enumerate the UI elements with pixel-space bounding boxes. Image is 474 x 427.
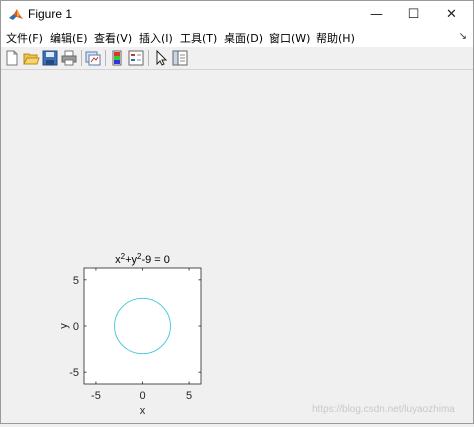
menu-insert[interactable]: 插入(I) <box>139 30 173 46</box>
y-tick-label: 5 <box>73 275 79 287</box>
new-figure-icon[interactable] <box>3 49 21 67</box>
dock-arrow-icon[interactable]: ↘ <box>459 31 467 42</box>
menu-edit[interactable]: 编辑(E) <box>50 30 88 46</box>
menu-bar: 文件(F) 编辑(E) 查看(V) 插入(I) 工具(T) 桌面(D) 窗口(W… <box>1 28 473 47</box>
pointer-icon[interactable] <box>152 49 170 67</box>
menu-file[interactable]: 文件(F) <box>6 30 43 46</box>
toolbar-separator <box>148 50 149 66</box>
menu-view[interactable]: 查看(V) <box>94 30 132 46</box>
menu-desktop[interactable]: 桌面(D) <box>224 30 263 46</box>
menu-window[interactable]: 窗口(W) <box>269 30 310 46</box>
y-tick-label: -5 <box>69 367 79 379</box>
window-title: Figure 1 <box>28 7 73 21</box>
x-tick-label: -5 <box>91 390 101 402</box>
axes[interactable]: -5 0 5 -5 0 5 x y x2+y2-9 = 0 <box>58 252 202 417</box>
print-icon[interactable] <box>60 49 78 67</box>
x-axis-label: x <box>140 405 146 417</box>
title-middle: +y <box>125 254 137 266</box>
x-tick-label: 5 <box>186 390 192 402</box>
plot-title: x2+y2-9 = 0 <box>115 252 170 266</box>
figure-canvas[interactable]: -5 0 5 -5 0 5 x y x2+y2-9 = 0 <box>1 70 473 423</box>
x-tick-label: 0 <box>139 390 145 402</box>
property-inspector-icon[interactable] <box>171 49 189 67</box>
menu-tools[interactable]: 工具(T) <box>180 30 217 46</box>
open-file-icon[interactable] <box>22 49 40 67</box>
close-button[interactable]: ✕ <box>429 1 474 28</box>
figure-window: Figure 1 — ☐ ✕ 文件(F) 编辑(E) 查看(V) 插入(I) 工… <box>0 0 474 424</box>
title-end: -9 = 0 <box>141 254 169 266</box>
watermark: https://blog.csdn.net/luyaozhima <box>312 404 455 415</box>
toolbar-separator <box>105 50 106 66</box>
link-plot-icon[interactable] <box>84 49 102 67</box>
menu-help[interactable]: 帮助(H) <box>316 30 355 46</box>
matlab-logo-icon <box>9 9 23 20</box>
insert-colorbar-icon[interactable] <box>108 49 126 67</box>
save-icon[interactable] <box>41 49 59 67</box>
toolbar-separator <box>81 50 82 66</box>
toolbar <box>1 47 473 70</box>
insert-legend-icon[interactable] <box>127 49 145 67</box>
y-tick-label: 0 <box>73 321 79 333</box>
plot-svg: -5 0 5 -5 0 5 x y x2+y2-9 = 0 <box>58 252 202 417</box>
title-bar[interactable]: Figure 1 — ☐ ✕ <box>1 1 473 28</box>
axes-box <box>83 267 202 385</box>
y-axis-label: y <box>58 323 70 329</box>
